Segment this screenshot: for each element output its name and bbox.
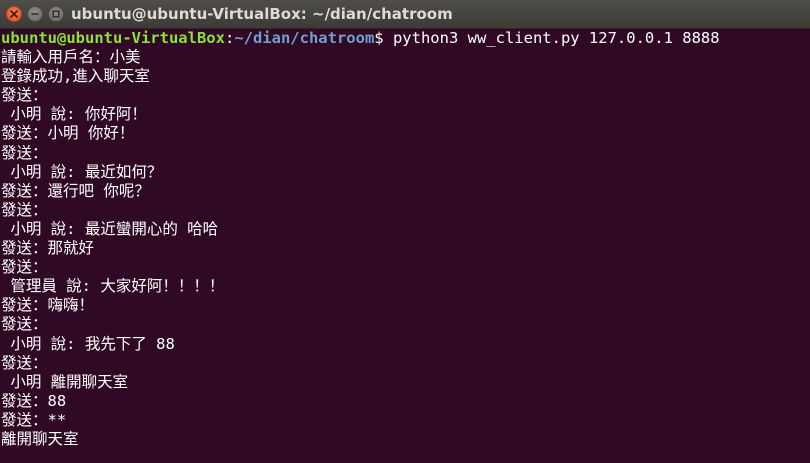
close-icon: [10, 10, 18, 18]
terminal-window: ubuntu@ubuntu-VirtualBox: ~/dian/chatroo…: [0, 0, 810, 463]
prompt-user-host: ubuntu@ubuntu-VirtualBox: [1, 29, 225, 47]
minimize-icon: [31, 13, 39, 15]
prompt-path: ~/dian/chatroom: [234, 29, 375, 47]
output-line: 發送：小明 你好！: [1, 124, 135, 143]
output-line: 發送：: [1, 258, 48, 277]
maximize-button[interactable]: [48, 6, 64, 22]
minimize-button[interactable]: [27, 6, 43, 22]
output-line: 小明 說: 最近如何？: [1, 162, 163, 181]
output-line: 管理員 說: 大家好阿！！！！: [1, 277, 225, 296]
output-line: 發送：**: [1, 410, 67, 429]
output-line: 小明 說: 你好阿！: [1, 105, 147, 124]
close-button[interactable]: [6, 6, 22, 22]
output-line: 發送：那就好: [1, 239, 95, 258]
output-line: 發送：: [1, 86, 48, 105]
output-line: 請輸入用戶名：小美: [1, 48, 141, 67]
output-line: 發送：還行吧 你呢？: [1, 181, 150, 200]
output-line: 發送：: [1, 353, 48, 372]
prompt-line: ubuntu@ubuntu-VirtualBox:~/dian/chatroom…: [1, 29, 810, 48]
prompt-separator: :: [224, 29, 235, 47]
window-title: ubuntu@ubuntu-VirtualBox: ~/dian/chatroo…: [71, 5, 453, 23]
terminal-output[interactable]: ubuntu@ubuntu-VirtualBox:~/dian/chatroom…: [0, 29, 810, 463]
title-bar[interactable]: ubuntu@ubuntu-VirtualBox: ~/dian/chatroo…: [0, 0, 810, 29]
output-line: 離開聊天室: [1, 429, 79, 448]
output-line: 登錄成功,進入聊天室: [1, 67, 150, 86]
output-line: 發送：: [1, 315, 48, 334]
output-line: 發送：: [1, 200, 48, 219]
output-line: 小明 說: 我先下了 88: [1, 334, 175, 353]
window-controls: [0, 6, 64, 22]
output-line: 發送：嗨嗨！: [1, 296, 95, 315]
prompt-command: python3 ww_client.py 127.0.0.1 8888: [392, 29, 720, 47]
output-line: 小明 離開聊天室: [1, 372, 129, 391]
prompt-symbol: $: [374, 29, 393, 47]
output-line: 發送：88: [1, 391, 67, 410]
output-line: 小明 說: 最近蠻開心的 哈哈: [1, 219, 219, 238]
output-line: 發送：: [1, 143, 48, 162]
maximize-icon: [52, 10, 60, 18]
